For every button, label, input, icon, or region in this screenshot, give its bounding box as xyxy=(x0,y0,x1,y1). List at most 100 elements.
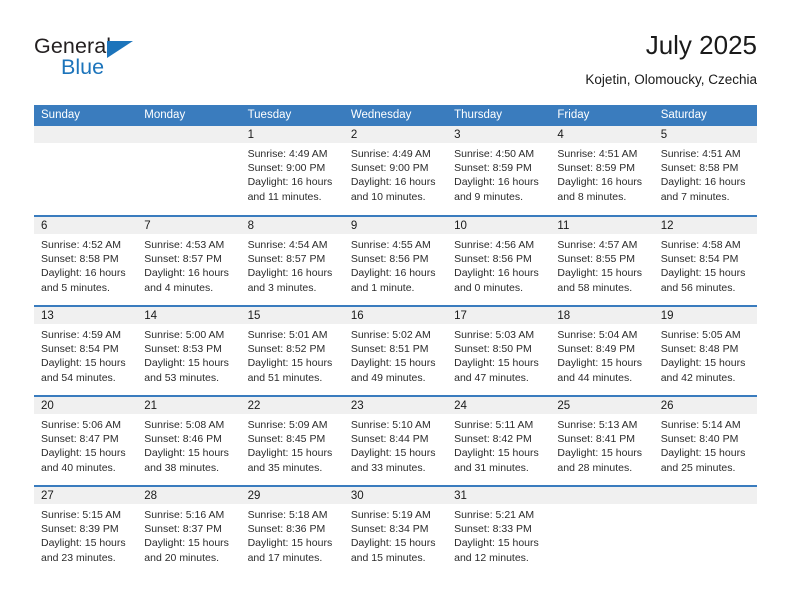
day-detail-line: Sunrise: 5:01 AM xyxy=(247,329,328,341)
day-detail-line: Daylight: 16 hours xyxy=(350,267,436,280)
day-cell[interactable]: 19 Sunrise: 5:05 AM Sunset: 8:48 PM Dayligh… xyxy=(653,307,757,395)
day-detail-line: and 51 minutes. xyxy=(247,371,323,384)
day-detail-line: and 31 minutes. xyxy=(454,461,529,474)
day-number: 27 xyxy=(34,487,138,504)
day-detail-line: Sunset: 8:41 PM xyxy=(557,433,636,446)
day-cell[interactable]: 26 Sunrise: 5:14 AM Sunset: 8:40 PM Dayligh… xyxy=(653,397,757,485)
calendar-cell: 3 Sunrise: 4:50 AM Sunset: 8:59 PM Daylight… xyxy=(447,126,551,216)
day-detail-line: Sunset: 8:52 PM xyxy=(247,343,326,356)
day-detail-line: and 42 minutes. xyxy=(660,371,736,384)
day-details: Sunrise: 5:09 AM Sunset: 8:45 PM Daylight:… xyxy=(241,414,344,475)
day-cell[interactable]: 22 Sunrise: 5:09 AM Sunset: 8:45 PM Dayligh… xyxy=(240,397,344,485)
calendar-cell: 22 Sunrise: 5:09 AM Sunset: 8:45 PM Dayligh… xyxy=(240,395,344,486)
day-cell[interactable]: 15 Sunrise: 5:01 AM Sunset: 8:52 PM Dayligh… xyxy=(240,307,344,395)
day-details: Sunrise: 5:08 AM Sunset: 8:46 PM Daylight:… xyxy=(137,414,240,475)
day-details: Sunrise: 5:10 AM Sunset: 8:44 PM Daylight:… xyxy=(344,414,447,475)
day-detail-line: Sunset: 8:49 PM xyxy=(557,343,636,356)
day-cell[interactable]: 27 Sunrise: 5:15 AM Sunset: 8:39 PM Dayligh… xyxy=(34,487,138,575)
day-cell[interactable]: 11 Sunrise: 4:57 AM Sunset: 8:55 PM Dayligh… xyxy=(550,217,654,305)
day-cell[interactable]: 13 Sunrise: 4:59 AM Sunset: 8:54 PM Dayligh… xyxy=(34,307,138,395)
day-cell[interactable]: 18 Sunrise: 5:04 AM Sunset: 8:49 PM Dayligh… xyxy=(550,307,654,395)
day-cell[interactable]: 4 Sunrise: 4:51 AM Sunset: 8:59 PM Daylight… xyxy=(550,126,654,214)
day-cell[interactable]: 17 Sunrise: 5:03 AM Sunset: 8:50 PM Dayligh… xyxy=(447,307,551,395)
day-detail-line: and 10 minutes. xyxy=(350,190,426,203)
day-cell[interactable]: 23 Sunrise: 5:10 AM Sunset: 8:44 PM Dayligh… xyxy=(343,397,448,485)
day-number: 16 xyxy=(343,307,448,324)
day-detail-line: Sunset: 8:54 PM xyxy=(660,253,739,266)
day-cell[interactable]: 16 Sunrise: 5:02 AM Sunset: 8:51 PM Dayligh… xyxy=(343,307,448,395)
day-cell[interactable]: 2 Sunrise: 4:49 AM Sunset: 9:00 PM Daylight… xyxy=(343,126,448,214)
day-cell[interactable]: 28 Sunrise: 5:16 AM Sunset: 8:37 PM Dayligh… xyxy=(137,487,241,575)
weekday-header-monday: Monday xyxy=(137,105,241,126)
day-detail-line: Sunrise: 4:52 AM xyxy=(41,239,121,251)
day-details: Sunrise: 4:51 AM Sunset: 8:59 PM Daylight:… xyxy=(550,143,653,204)
day-number: 30 xyxy=(343,487,448,504)
day-cell[interactable]: 9 Sunrise: 4:55 AM Sunset: 8:56 PM Daylight… xyxy=(343,217,448,305)
day-cell[interactable]: 24 Sunrise: 5:11 AM Sunset: 8:42 PM Dayligh… xyxy=(447,397,551,485)
day-detail-line: Daylight: 15 hours xyxy=(350,357,436,370)
day-detail-line: Sunrise: 4:57 AM xyxy=(557,239,638,251)
day-number: 29 xyxy=(240,487,344,504)
day-detail-line: Sunrise: 4:51 AM xyxy=(557,148,638,160)
day-detail-line: and 38 minutes. xyxy=(144,461,219,474)
day-detail-line: Daylight: 15 hours xyxy=(247,447,333,460)
day-detail-line: and 11 minutes. xyxy=(247,190,322,203)
day-details: Sunrise: 5:04 AM Sunset: 8:49 PM Daylight:… xyxy=(550,324,653,385)
day-detail-line: Sunset: 8:36 PM xyxy=(247,523,326,536)
day-number: 11 xyxy=(550,217,654,234)
weekday-header-thursday: Thursday xyxy=(447,105,551,126)
weekday-header-tuesday: Tuesday xyxy=(240,105,344,126)
day-number xyxy=(34,126,138,143)
day-details: Sunrise: 5:16 AM Sunset: 8:37 PM Daylight:… xyxy=(137,504,240,565)
day-details: Sunrise: 4:52 AM Sunset: 8:58 PM Daylight:… xyxy=(34,234,137,295)
day-detail-line: Daylight: 16 hours xyxy=(41,267,126,280)
day-detail-line: Daylight: 16 hours xyxy=(660,176,746,189)
day-cell[interactable]: 14 Sunrise: 5:00 AM Sunset: 8:53 PM Dayligh… xyxy=(137,307,241,395)
day-detail-line: Daylight: 16 hours xyxy=(247,267,333,280)
day-detail-line: Sunset: 8:47 PM xyxy=(41,433,119,446)
calendar-cell xyxy=(550,485,654,576)
day-cell[interactable]: 6 Sunrise: 4:52 AM Sunset: 8:58 PM Daylight… xyxy=(34,217,138,305)
day-detail-line: Daylight: 15 hours xyxy=(41,447,126,460)
day-number xyxy=(137,126,241,143)
day-number: 8 xyxy=(240,217,344,234)
day-cell[interactable]: 12 Sunrise: 4:58 AM Sunset: 8:54 PM Dayligh… xyxy=(653,217,757,305)
day-detail-line: Sunrise: 5:19 AM xyxy=(350,509,431,521)
day-cell[interactable]: 31 Sunrise: 5:21 AM Sunset: 8:33 PM Dayligh… xyxy=(447,487,551,575)
day-cell[interactable]: 21 Sunrise: 5:08 AM Sunset: 8:46 PM Dayligh… xyxy=(137,397,241,485)
day-detail-line: Sunrise: 5:08 AM xyxy=(144,419,225,431)
day-cell[interactable]: 30 Sunrise: 5:19 AM Sunset: 8:34 PM Dayligh… xyxy=(343,487,448,575)
weekday-header-wednesday: Wednesday xyxy=(343,105,448,126)
day-detail-line: Daylight: 16 hours xyxy=(350,176,436,189)
day-number: 31 xyxy=(447,487,551,504)
weekday-header-sunday: Sunday xyxy=(34,105,138,126)
day-number: 23 xyxy=(343,397,448,414)
day-cell[interactable]: 25 Sunrise: 5:13 AM Sunset: 8:41 PM Dayligh… xyxy=(550,397,654,485)
day-details: Sunrise: 5:02 AM Sunset: 8:51 PM Daylight:… xyxy=(344,324,447,385)
calendar-cell: 12 Sunrise: 4:58 AM Sunset: 8:54 PM Dayligh… xyxy=(653,215,757,306)
page-title: July 2025 xyxy=(645,30,757,60)
calendar-cell: 26 Sunrise: 5:14 AM Sunset: 8:40 PM Dayligh… xyxy=(653,395,757,486)
day-cell[interactable]: 5 Sunrise: 4:51 AM Sunset: 8:58 PM Daylight… xyxy=(653,126,757,214)
day-number: 21 xyxy=(137,397,241,414)
day-cell[interactable]: 3 Sunrise: 4:50 AM Sunset: 8:59 PM Daylight… xyxy=(447,126,551,214)
day-detail-line: and 47 minutes. xyxy=(454,371,529,384)
day-details: Sunrise: 4:53 AM Sunset: 8:57 PM Daylight:… xyxy=(137,234,240,295)
day-detail-line: and 20 minutes. xyxy=(144,551,219,564)
day-detail-line: Sunset: 8:56 PM xyxy=(350,253,429,266)
day-detail-line: and 9 minutes. xyxy=(454,190,524,203)
calendar-cell: 11 Sunrise: 4:57 AM Sunset: 8:55 PM Dayligh… xyxy=(550,215,654,306)
brand-logo[interactable]: General Blue xyxy=(34,34,234,90)
day-detail-line: Daylight: 15 hours xyxy=(41,357,126,370)
day-cell[interactable]: 20 Sunrise: 5:06 AM Sunset: 8:47 PM Dayligh… xyxy=(34,397,138,485)
day-cell[interactable]: 10 Sunrise: 4:56 AM Sunset: 8:56 PM Dayligh… xyxy=(447,217,551,305)
calendar-cell: 23 Sunrise: 5:10 AM Sunset: 8:44 PM Dayligh… xyxy=(343,395,448,486)
day-cell-empty xyxy=(34,126,138,214)
day-cell[interactable]: 1 Sunrise: 4:49 AM Sunset: 9:00 PM Daylight… xyxy=(240,126,344,214)
day-cell[interactable]: 8 Sunrise: 4:54 AM Sunset: 8:57 PM Daylight… xyxy=(240,217,344,305)
day-detail-line: Sunrise: 5:10 AM xyxy=(350,419,431,431)
day-detail-line: Sunrise: 4:55 AM xyxy=(350,239,431,251)
day-cell[interactable]: 29 Sunrise: 5:18 AM Sunset: 8:36 PM Dayligh… xyxy=(240,487,344,575)
day-detail-line: Sunset: 8:55 PM xyxy=(557,253,636,266)
day-cell[interactable]: 7 Sunrise: 4:53 AM Sunset: 8:57 PM Daylight… xyxy=(137,217,241,305)
